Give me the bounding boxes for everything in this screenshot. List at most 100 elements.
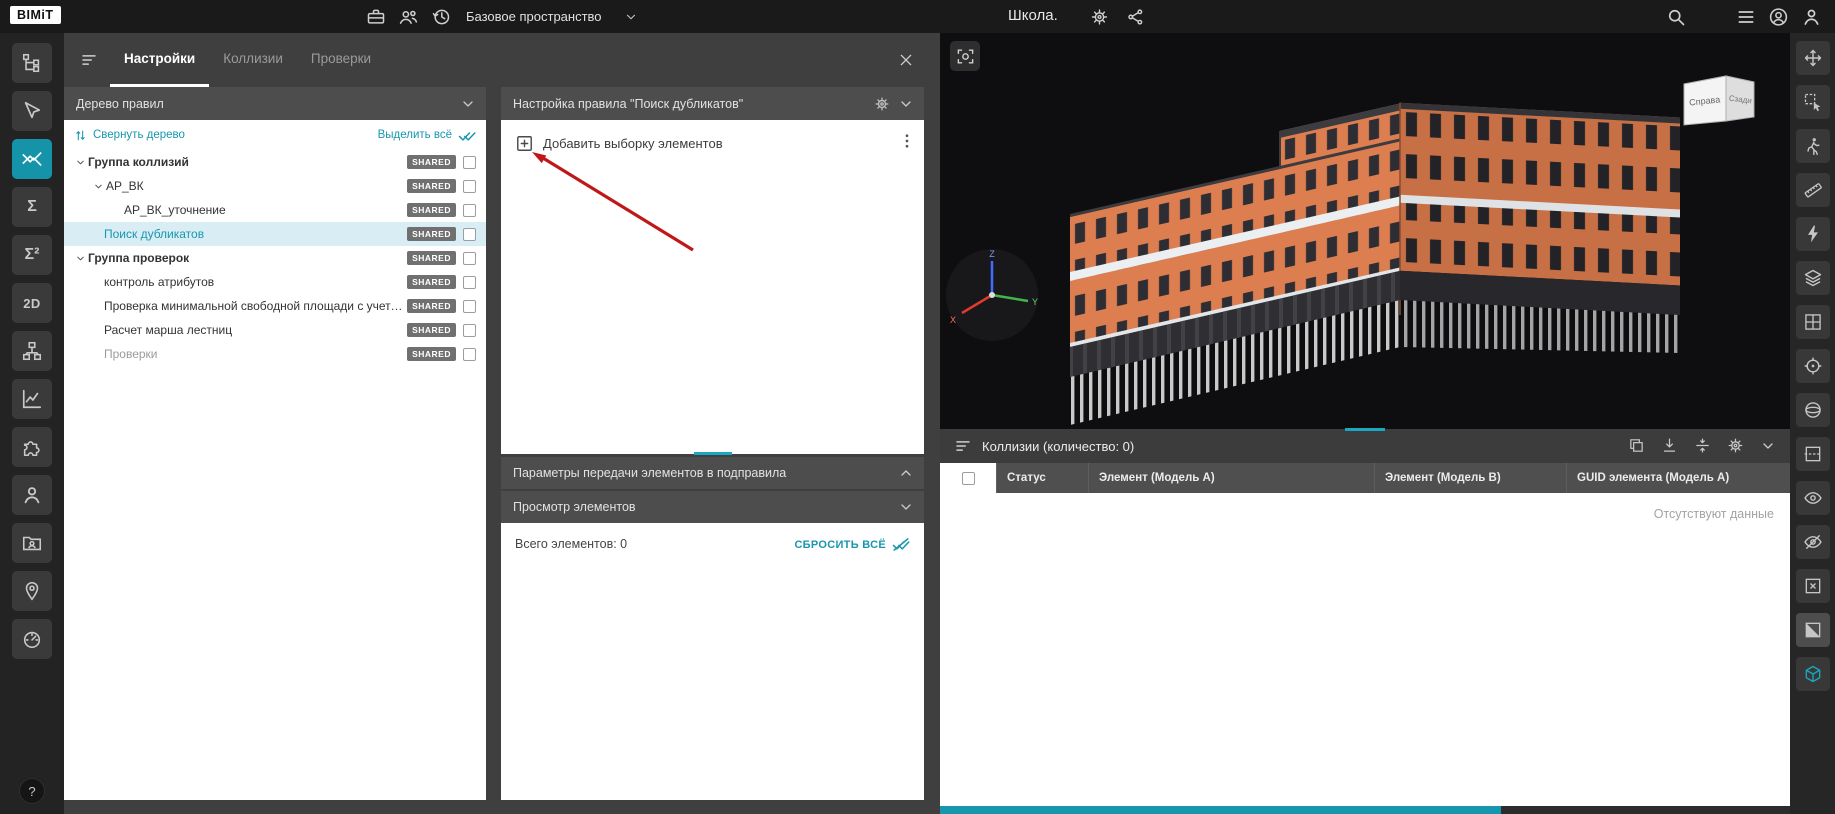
copy-icon[interactable] bbox=[1628, 437, 1645, 455]
tree-row[interactable]: АР_ВК_уточнение SHARED bbox=[64, 198, 486, 222]
rule-settings-icon[interactable] bbox=[874, 96, 890, 112]
chevron-down-icon[interactable] bbox=[90, 181, 106, 192]
tree-row[interactable]: Группа коллизий SHARED bbox=[64, 150, 486, 174]
horizontal-scrollbar[interactable] bbox=[940, 806, 1790, 814]
select-all-checkbox[interactable] bbox=[961, 471, 975, 485]
clash-detection-icon[interactable] bbox=[12, 139, 52, 179]
chevron-down-icon[interactable] bbox=[72, 157, 88, 168]
section-plane-icon[interactable] bbox=[1795, 437, 1830, 471]
model-tree-icon[interactable] bbox=[12, 43, 52, 83]
rule-tree-header[interactable]: Дерево правил bbox=[64, 87, 486, 120]
list-menu-icon[interactable] bbox=[1736, 7, 1756, 27]
fit-rows-icon[interactable] bbox=[1694, 437, 1711, 455]
tree-row[interactable]: контроль атрибутов SHARED bbox=[64, 270, 486, 294]
pan-icon[interactable] bbox=[1795, 41, 1830, 75]
layers-icon[interactable] bbox=[1795, 261, 1830, 295]
collapse-tree-link[interactable]: Свернуть дерево bbox=[74, 129, 185, 142]
shared-badge: SHARED bbox=[407, 347, 456, 361]
resize-handle[interactable] bbox=[1345, 428, 1385, 431]
users-icon[interactable] bbox=[12, 475, 52, 515]
tab-checks[interactable]: Проверки bbox=[297, 33, 385, 87]
reset-all-button[interactable]: СБРОСИТЬ ВСЁ bbox=[794, 537, 910, 552]
measure-icon[interactable] bbox=[1795, 173, 1830, 207]
scrollbar-thumb[interactable] bbox=[940, 806, 1501, 814]
orbit-icon[interactable] bbox=[1795, 393, 1830, 427]
row-checkbox[interactable] bbox=[463, 179, 476, 193]
analytics-icon[interactable] bbox=[12, 379, 52, 419]
row-checkbox[interactable] bbox=[463, 227, 476, 241]
area-select-icon[interactable] bbox=[1795, 85, 1830, 119]
row-checkbox[interactable] bbox=[463, 275, 476, 289]
row-checkbox[interactable] bbox=[463, 299, 476, 313]
rule-config-header[interactable]: Настройка правила "Поиск дубликатов" bbox=[501, 87, 924, 120]
user-location-icon[interactable] bbox=[12, 571, 52, 611]
tree-row[interactable]: Проверки SHARED bbox=[64, 342, 486, 366]
select-all-label: Выделить всё bbox=[377, 129, 452, 141]
chevron-down-icon[interactable] bbox=[72, 253, 88, 264]
left-sidebar: Σ Σ² 2D ? bbox=[0, 33, 64, 814]
projects-icon[interactable] bbox=[366, 7, 386, 27]
row-checkbox[interactable] bbox=[463, 323, 476, 337]
view-2d-icon[interactable]: 2D bbox=[12, 283, 52, 323]
column-element-a[interactable]: Элемент (Модель A) bbox=[1088, 463, 1374, 493]
close-icon[interactable] bbox=[898, 52, 914, 68]
collapse-panel-icon[interactable] bbox=[1760, 437, 1776, 455]
tree-row-selected[interactable]: Поиск дубликатов SHARED bbox=[64, 222, 486, 246]
sum-icon[interactable]: Σ bbox=[12, 187, 52, 227]
tree-row[interactable]: Проверка минимальной свободной площади с… bbox=[64, 294, 486, 318]
capture-icon[interactable] bbox=[950, 41, 980, 71]
view-elements-header[interactable]: Просмотр элементов bbox=[501, 491, 924, 523]
tree-row[interactable]: АР_ВК SHARED bbox=[64, 174, 486, 198]
tab-settings[interactable]: Настройки bbox=[110, 33, 210, 87]
show-elements-icon[interactable] bbox=[1795, 481, 1830, 515]
user-icon[interactable] bbox=[1801, 6, 1822, 27]
kebab-menu-icon[interactable] bbox=[898, 132, 916, 150]
row-checkbox[interactable] bbox=[463, 203, 476, 217]
shading-mode-icon[interactable] bbox=[1795, 613, 1830, 647]
account-icon[interactable] bbox=[1768, 6, 1789, 27]
nav-cube[interactable]: Справа Сзади bbox=[1678, 69, 1762, 133]
focus-icon[interactable] bbox=[1795, 349, 1830, 383]
workspace-selector[interactable]: Базовое пространство bbox=[466, 0, 638, 33]
add-selection-button[interactable]: Добавить выборку элементов bbox=[515, 134, 723, 153]
select-tool-icon[interactable] bbox=[12, 91, 52, 131]
tree-row[interactable]: Группа проверок SHARED bbox=[64, 246, 486, 270]
resize-handle[interactable] bbox=[693, 452, 732, 455]
history-icon[interactable] bbox=[431, 7, 451, 27]
search-icon[interactable] bbox=[1666, 7, 1686, 27]
panel-menu-icon[interactable] bbox=[954, 437, 972, 455]
row-checkbox[interactable] bbox=[463, 347, 476, 361]
share-icon[interactable] bbox=[1126, 7, 1145, 26]
rule-config-title: Настройка правила "Поиск дубликатов" bbox=[513, 96, 744, 111]
walk-mode-icon[interactable] bbox=[1795, 129, 1830, 163]
panel-menu-icon[interactable] bbox=[80, 51, 98, 69]
grid-icon[interactable] bbox=[1795, 305, 1830, 339]
project-settings-icon[interactable] bbox=[1090, 7, 1109, 26]
isolate-icon[interactable] bbox=[1795, 569, 1830, 603]
column-element-b[interactable]: Элемент (Модель B) bbox=[1374, 463, 1566, 493]
viewport-3d[interactable]: Z Y X Справа Сзади Коллизии (количество:… bbox=[940, 33, 1790, 814]
hide-elements-icon[interactable] bbox=[1795, 525, 1830, 559]
clip-box-icon[interactable] bbox=[1795, 657, 1830, 691]
transfer-params-header[interactable]: Параметры передачи элементов в подправил… bbox=[501, 457, 924, 489]
app-logo[interactable]: BIMiT bbox=[10, 6, 61, 24]
help-button[interactable]: ? bbox=[19, 778, 45, 804]
select-all-link[interactable]: Выделить всё bbox=[378, 128, 476, 143]
column-status[interactable]: Статус bbox=[996, 463, 1088, 493]
table-settings-icon[interactable] bbox=[1727, 437, 1744, 455]
export-icon[interactable] bbox=[1661, 437, 1678, 455]
column-guid-a[interactable]: GUID элемента (Модель A) bbox=[1566, 463, 1790, 493]
plugins-icon[interactable] bbox=[12, 427, 52, 467]
shared-folder-icon[interactable] bbox=[12, 523, 52, 563]
collapse-icon bbox=[74, 129, 87, 142]
dashboard-icon[interactable] bbox=[12, 619, 52, 659]
tab-collisions[interactable]: Коллизии bbox=[209, 33, 297, 87]
structure-icon[interactable] bbox=[12, 331, 52, 371]
team-icon[interactable] bbox=[398, 6, 419, 27]
row-checkbox[interactable] bbox=[463, 251, 476, 265]
quick-collision-icon[interactable] bbox=[1795, 217, 1830, 251]
axis-gizmo[interactable]: Z Y X bbox=[942, 245, 1042, 345]
tree-row[interactable]: Расчет марша лестниц SHARED bbox=[64, 318, 486, 342]
sum-extended-icon[interactable]: Σ² bbox=[12, 235, 52, 275]
row-checkbox[interactable] bbox=[463, 155, 476, 169]
